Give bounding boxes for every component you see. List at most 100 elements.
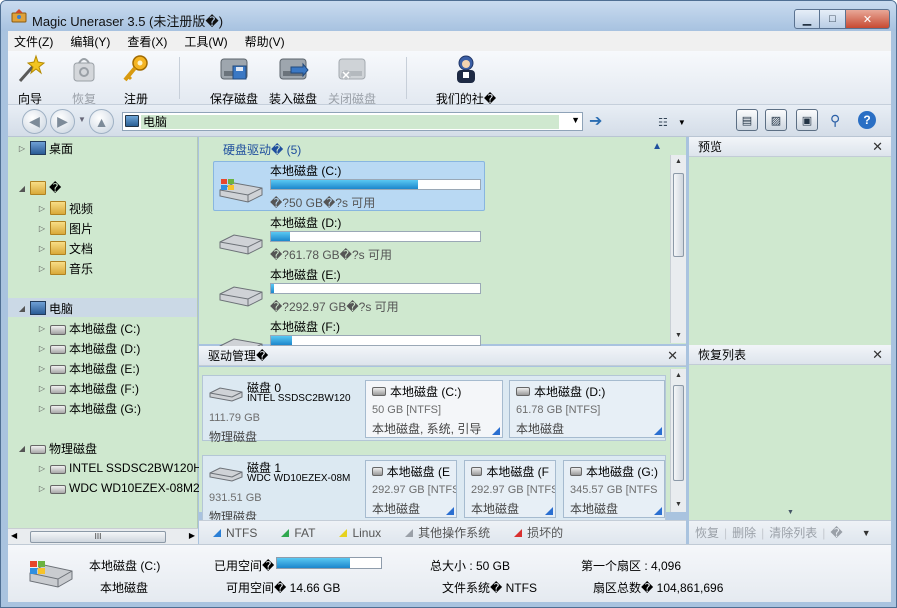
scroll-thumb[interactable] [673, 385, 684, 481]
forward-button[interactable]: ▶ [50, 109, 75, 134]
recover-action[interactable]: 恢复 [695, 524, 719, 541]
close-drive-manager-icon[interactable]: ✕ [667, 346, 678, 366]
tree-item-pictures[interactable]: ▷ 图片 [36, 219, 93, 237]
scroll-up-icon[interactable]: ▲ [671, 155, 686, 169]
load-disk-button[interactable]: 装入磁盘 [267, 53, 319, 107]
tree-item-drive-g[interactable]: ▷ 本地磁盘 (G:) [36, 399, 141, 417]
address-box[interactable]: 电脑 ▼ [122, 112, 583, 131]
disk-row[interactable]: 磁盘 1 WDC WD10EZEX-08M 931.51 GB 物理磁盘 本地磁… [202, 455, 666, 524]
community-button[interactable]: 我们的社� [434, 53, 498, 107]
back-button[interactable]: ◀ [22, 109, 47, 134]
save-disk-button[interactable]: 保存磁盘 [208, 53, 260, 107]
menu-view[interactable]: 查看(X) [127, 33, 167, 50]
collapse-arrow-icon[interactable]: ◢ [16, 444, 28, 453]
drive-item[interactable]: 本地磁盘 (E:) �?292.97 GB�?s 可用 [213, 265, 485, 315]
scroll-left-icon[interactable]: ◀ [11, 531, 17, 540]
history-dropdown-icon[interactable]: ▼ [78, 115, 86, 124]
menu-file[interactable]: 文件(Z) [14, 33, 53, 50]
partition-tile[interactable]: 本地磁盘 (E 292.97 GB [NTFS 本地磁盘 [365, 460, 457, 518]
tree-item-documents[interactable]: ▷ 文档 [36, 239, 93, 257]
drives-vertical-scrollbar[interactable]: ▲ ▼ [670, 155, 686, 343]
drive-item[interactable]: 本地磁盘 (C:) �?50 GB�?s 可用 [213, 161, 485, 211]
collapse-section-icon[interactable]: ▲ [652, 141, 662, 152]
partition-tile[interactable]: 本地磁盘 (D:) 61.78 GB [NTFS] 本地磁盘 [509, 380, 665, 438]
expand-icon[interactable]: ▼ [787, 509, 794, 516]
expand-arrow-icon[interactable]: ▷ [36, 264, 48, 273]
expand-arrow-icon[interactable]: ▷ [36, 404, 48, 413]
scroll-right-icon[interactable]: ▶ [189, 531, 195, 540]
legend-marker-icon [339, 528, 348, 537]
tree-item-wdc-hdd[interactable]: ▷ WDC WD10EZEX-08M2N [36, 479, 208, 497]
collapse-arrow-icon[interactable]: ◢ [16, 184, 28, 193]
delete-action[interactable]: 删除 [732, 524, 756, 541]
tree-item-library[interactable]: ◢ � [16, 179, 61, 197]
tree-item-physical-disks[interactable]: ◢ 物理磁盘 [16, 439, 97, 457]
disk-info[interactable]: 磁盘 0 INTEL SSDSC2BW120 111.79 GB 物理磁盘 [203, 376, 363, 444]
up-button[interactable]: ▲ [89, 109, 114, 134]
go-arrow-icon[interactable]: ➔ [589, 111, 602, 131]
expand-arrow-icon[interactable]: ▷ [36, 204, 48, 213]
toggle-recovery-pane-button[interactable]: ▣ [796, 109, 818, 131]
view-mode-button[interactable]: ☷ ▼ [658, 113, 688, 131]
wizard-button[interactable]: 向导 [12, 53, 48, 107]
close-recovery-list-icon[interactable]: ✕ [872, 345, 883, 365]
clear-list-action[interactable]: 清除列表 [769, 524, 817, 541]
scroll-down-icon[interactable]: ▼ [671, 498, 686, 512]
scroll-up-icon[interactable]: ▲ [671, 369, 686, 383]
register-button[interactable]: 注册 [118, 53, 154, 107]
toggle-preview-pane-button[interactable]: ▨ [765, 109, 787, 131]
close-button[interactable]: ✕ [846, 9, 890, 29]
tree-item-drive-f[interactable]: ▷ 本地磁盘 (F:) [36, 379, 139, 397]
overflow-menu-icon[interactable]: ▼ [862, 528, 871, 538]
address-dropdown-icon[interactable]: ▼ [571, 115, 580, 125]
expand-arrow-icon[interactable]: ▷ [36, 224, 48, 233]
restore-button[interactable]: 恢复 [66, 53, 102, 107]
expand-arrow-icon[interactable]: ▷ [36, 464, 48, 473]
search-icon[interactable]: ⚲ [830, 112, 840, 129]
tree-item-intel-ssd[interactable]: ▷ INTEL SSDSC2BW120H6 [36, 459, 209, 477]
partition-tile[interactable]: 本地磁盘 (C:) 50 GB [NTFS] 本地磁盘, 系统, 引导 [365, 380, 503, 438]
close-disk-button[interactable]: 关闭磁盘 [326, 53, 378, 107]
scroll-thumb[interactable] [673, 173, 684, 257]
drive-item[interactable]: 本地磁盘 (D:) �?61.78 GB�?s 可用 [213, 213, 485, 263]
disk-info[interactable]: 磁盘 1 WDC WD10EZEX-08M 931.51 GB 物理磁盘 [203, 456, 363, 524]
disk-row[interactable]: 磁盘 0 INTEL SSDSC2BW120 111.79 GB 物理磁盘 本地… [202, 375, 666, 444]
menu-edit[interactable]: 编辑(Y) [70, 33, 110, 50]
help-icon[interactable]: ? [858, 111, 876, 129]
tree-item-drive-d[interactable]: ▷ 本地磁盘 (D:) [36, 339, 140, 357]
expand-arrow-icon[interactable]: ▷ [36, 384, 48, 393]
minimize-button[interactable]: ▁ [794, 9, 820, 29]
collapse-arrow-icon[interactable]: ◢ [16, 304, 28, 313]
tree-item-drive-e[interactable]: ▷ 本地磁盘 (E:) [36, 359, 140, 377]
expand-arrow-icon[interactable]: ▷ [36, 324, 48, 333]
tree-horizontal-scrollbar[interactable]: ◀ III ▶ [8, 528, 198, 544]
community-people-icon [457, 55, 475, 83]
menu-help[interactable]: 帮助(V) [245, 33, 285, 50]
legend-item: FAT [281, 526, 315, 540]
expand-arrow-icon[interactable]: ▷ [36, 244, 48, 253]
maximize-button[interactable]: □ [820, 9, 846, 29]
partition-type: 本地磁盘 [372, 502, 421, 516]
drive-manager-scrollbar[interactable]: ▲ ▼ [670, 369, 686, 512]
tree-item-drive-c[interactable]: ▷ 本地磁盘 (C:) [36, 319, 140, 337]
scroll-thumb[interactable]: III [30, 531, 166, 543]
menu-tools[interactable]: 工具(W) [184, 33, 227, 50]
more-action[interactable]: � [830, 526, 842, 540]
picture-icon: ▨ [770, 114, 782, 127]
tree-item-music[interactable]: ▷ 音乐 [36, 259, 93, 277]
tree-item-video[interactable]: ▷ 视频 [36, 199, 93, 217]
scroll-down-icon[interactable]: ▼ [671, 329, 686, 343]
expand-arrow-icon[interactable]: ▷ [36, 344, 48, 353]
expand-arrow-icon[interactable]: ▷ [36, 484, 48, 493]
expand-arrow-icon[interactable]: ▷ [16, 144, 28, 153]
expand-arrow-icon[interactable]: ▷ [36, 364, 48, 373]
partition-tile[interactable]: 本地磁盘 (G:) 345.57 GB [NTFS 本地磁盘 [563, 460, 665, 518]
toggle-tree-pane-button[interactable]: ▤ [736, 109, 758, 131]
title-bar[interactable]: Magic Uneraser 3.5 (未注册版�) ▁ □ ✕ [1, 1, 896, 31]
drives-section-header[interactable]: 硬盘驱动� (5) [223, 141, 301, 158]
partition-tile[interactable]: 本地磁盘 (F 292.97 GB [NTFS 本地磁盘 [464, 460, 556, 518]
close-preview-icon[interactable]: ✕ [872, 137, 883, 157]
address-input[interactable]: 电脑 [141, 115, 559, 129]
tree-item-computer[interactable]: ◢ 电脑 [16, 299, 73, 317]
tree-item-desktop[interactable]: ▷ 桌面 [16, 139, 73, 157]
